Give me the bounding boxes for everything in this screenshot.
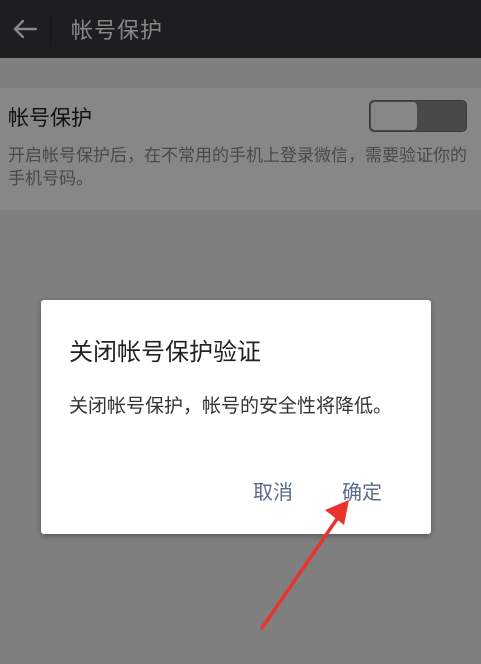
dialog-title: 关闭帐号保护验证 — [69, 338, 261, 366]
confirm-button[interactable]: 确定 — [342, 476, 382, 505]
confirm-dialog: 关闭帐号保护验证 关闭帐号保护，帐号的安全性将降低。 取消 确定 — [41, 300, 431, 534]
dialog-message: 关闭帐号保护，帐号的安全性将降低。 — [69, 395, 393, 417]
cancel-button[interactable]: 取消 — [253, 476, 293, 505]
